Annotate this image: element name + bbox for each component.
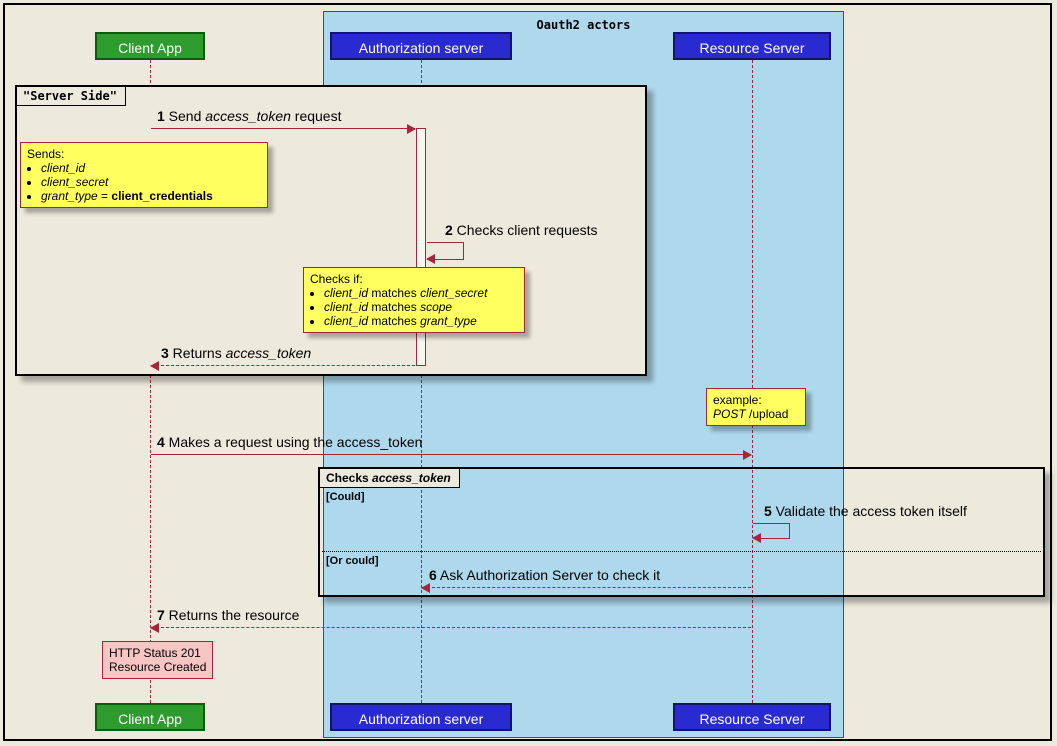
msg-4-text: Makes a request using the access_token — [165, 434, 423, 450]
arrow-6 — [422, 587, 751, 588]
msg-3-label: 3 Returns access_token — [161, 345, 311, 361]
arrow-4-head — [743, 450, 752, 460]
arrow-5-self — [753, 523, 790, 539]
note-example-l2b: /upload — [746, 407, 789, 421]
msg-3-em: access_token — [226, 345, 312, 361]
msg-5-num: 5 — [764, 503, 772, 519]
actor-auth-bottom: Authorization server — [330, 703, 512, 731]
arrow-6-head — [421, 583, 430, 593]
arrow-5-head — [752, 533, 761, 543]
note-result-l1: HTTP Status 201 — [109, 646, 206, 660]
msg-2-text: Checks client requests — [453, 222, 598, 238]
nc2c: scope — [420, 300, 452, 314]
nc3a: client_id — [324, 314, 368, 328]
note-example-l1: example: — [713, 393, 799, 407]
note-sends-i3a: grant_type — [41, 189, 98, 203]
note-sends-title: Sends: — [27, 147, 261, 161]
actor-resource-top: Resource Server — [673, 32, 831, 60]
fragment-checks-token: Checks access_token [Could] [Or could] — [318, 467, 1045, 597]
nc1b: matches — [368, 286, 420, 300]
arrow-3-head — [150, 361, 159, 371]
nc2b: matches — [368, 300, 420, 314]
nc3c: grant_type — [420, 314, 477, 328]
msg-2-label: 2 Checks client requests — [445, 222, 598, 238]
msg-2-num: 2 — [445, 222, 453, 238]
arrow-2-head — [426, 254, 435, 264]
arrow-4 — [151, 454, 751, 455]
arrow-1-head — [407, 124, 416, 134]
msg-1-post: request — [291, 108, 342, 124]
arrow-7 — [151, 627, 751, 628]
note-sends-i2: client_secret — [41, 175, 108, 189]
msg-1-label: 1 Send access_token request — [157, 108, 341, 124]
arrow-1 — [151, 128, 415, 129]
note-sends: Sends: client_id client_secret grant_typ… — [20, 142, 268, 208]
msg-7-text: Returns the resource — [165, 607, 300, 623]
actor-client-bottom: Client App — [95, 703, 205, 731]
oauth2-group-title: Oauth2 actors — [537, 18, 631, 32]
note-checks: Checks if: client_id matches client_secr… — [303, 267, 525, 333]
fragment-checks-token-label: Checks access_token — [320, 469, 460, 488]
note-sends-i1: client_id — [41, 161, 85, 175]
msg-3-num: 3 — [161, 345, 169, 361]
note-result-l2: Resource Created — [109, 660, 206, 674]
msg-1-em: access_token — [205, 108, 291, 124]
msg-7-num: 7 — [157, 607, 165, 623]
msg-6-num: 6 — [429, 567, 437, 583]
actor-resource-bottom: Resource Server — [673, 703, 831, 731]
msg-1-num: 1 — [157, 108, 165, 124]
nc3b: matches — [368, 314, 420, 328]
lifeline-resource — [752, 60, 753, 703]
arrow-3 — [151, 365, 415, 366]
msg-5-label: 5 Validate the access token itself — [764, 503, 967, 519]
msg-3-pre: Returns — [169, 345, 226, 361]
note-example-l2a: POST — [713, 407, 746, 421]
note-sends-i3b: = — [98, 189, 112, 203]
actor-auth-top: Authorization server — [330, 32, 512, 60]
arrow-7-head — [150, 623, 159, 633]
msg-4-num: 4 — [157, 434, 165, 450]
fct-pre: Checks — [326, 471, 372, 485]
nc2a: client_id — [324, 300, 368, 314]
msg-6-label: 6 Ask Authorization Server to check it — [429, 567, 660, 583]
msg-1-pre: Send — [165, 108, 205, 124]
nc1a: client_id — [324, 286, 368, 300]
msg-4-label: 4 Makes a request using the access_token — [157, 434, 422, 450]
actor-client-top: Client App — [95, 32, 205, 60]
note-checks-title: Checks if: — [310, 272, 518, 286]
note-sends-i3c: client_credentials — [111, 189, 212, 203]
fct-em: access_token — [372, 471, 451, 485]
diagram-frame: Oauth2 actors Client App Authorization s… — [3, 3, 1052, 741]
guard-could: [Could] — [326, 491, 364, 503]
note-result: HTTP Status 201 Resource Created — [102, 641, 213, 679]
msg-6-text: Ask Authorization Server to check it — [437, 567, 660, 583]
fragment-divider — [322, 551, 1041, 552]
msg-5-text: Validate the access token itself — [772, 503, 967, 519]
guard-or-could: [Or could] — [326, 555, 379, 567]
fragment-server-side-label: "Server Side" — [17, 87, 126, 106]
arrow-2-self — [427, 242, 464, 260]
note-example: example: POST /upload — [706, 388, 806, 426]
nc1c: client_secret — [420, 286, 487, 300]
msg-7-label: 7 Returns the resource — [157, 607, 299, 623]
